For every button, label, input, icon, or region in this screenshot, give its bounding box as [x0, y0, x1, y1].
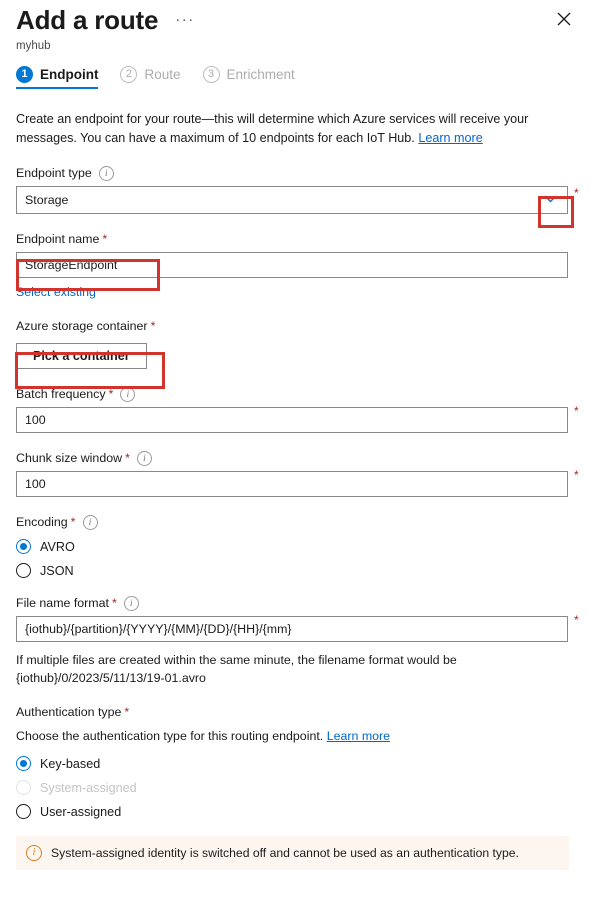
batch-frequency-outer-mark: *	[574, 404, 579, 418]
radio-button-icon[interactable]	[16, 563, 31, 578]
field-storage-container: Azure storage container * Pick a contain…	[16, 318, 573, 369]
radio-button-icon	[16, 780, 31, 795]
chevron-down-icon[interactable]	[544, 194, 557, 206]
step-label-enrichment: Enrichment	[227, 67, 295, 82]
field-endpoint-type: Endpoint type i Storage *	[16, 165, 573, 214]
file-name-format-label: File name format	[16, 595, 109, 611]
encoding-required-mark: *	[71, 514, 76, 530]
chunk-size-window-label-row: Chunk size window * i	[16, 450, 573, 466]
batch-frequency-label: Batch frequency	[16, 386, 106, 402]
radio-auth-system-assigned: System-assigned	[16, 780, 573, 795]
chunk-size-window-input-wrap: 100 *	[16, 471, 568, 497]
chunk-size-window-required-mark: *	[125, 450, 130, 466]
blade-subtitle: myhub	[16, 39, 573, 54]
endpoint-name-label: Endpoint name	[16, 231, 99, 247]
info-icon[interactable]: i	[99, 166, 114, 181]
file-name-format-input[interactable]: {iothub}/{partition}/{YYYY}/{MM}/{DD}/{H…	[16, 616, 568, 642]
pick-a-container-button[interactable]: Pick a container	[16, 343, 147, 369]
storage-container-required-mark: *	[151, 318, 156, 334]
radio-button-icon[interactable]	[16, 539, 31, 554]
file-name-format-required-mark: *	[112, 595, 117, 611]
field-endpoint-name: Endpoint name * StorageEndpoint Select e…	[16, 231, 573, 301]
info-icon[interactable]: i	[83, 515, 98, 530]
radio-button-icon[interactable]	[16, 756, 31, 771]
more-options-icon[interactable]: ···	[175, 15, 195, 25]
radio-encoding-json-label: JSON	[40, 564, 74, 578]
file-name-format-input-wrap: {iothub}/{partition}/{YYYY}/{MM}/{DD}/{H…	[16, 616, 568, 642]
radio-auth-user-assigned[interactable]: User-assigned	[16, 804, 573, 819]
authentication-type-label-row: Authentication type *	[16, 704, 573, 720]
info-icon[interactable]: i	[137, 451, 152, 466]
endpoint-name-label-row: Endpoint name *	[16, 231, 573, 247]
radio-encoding-json[interactable]: JSON	[16, 563, 573, 578]
info-icon[interactable]: i	[120, 387, 135, 402]
endpoint-type-label-row: Endpoint type i	[16, 165, 573, 181]
endpoint-name-input[interactable]: StorageEndpoint	[16, 252, 568, 278]
encoding-label: Encoding	[16, 514, 68, 530]
step-number-1: 1	[16, 66, 33, 83]
step-number-3: 3	[203, 66, 220, 83]
authentication-type-required-mark: *	[124, 704, 129, 720]
step-endpoint[interactable]: 1 Endpoint	[16, 66, 98, 89]
endpoint-type-select[interactable]: Storage	[16, 186, 568, 214]
info-icon[interactable]: i	[124, 596, 139, 611]
endpoint-name-required-mark: *	[102, 231, 107, 247]
batch-frequency-input-wrap: 100 *	[16, 407, 568, 433]
batch-frequency-required-mark: *	[109, 386, 114, 402]
batch-frequency-input[interactable]: 100	[16, 407, 568, 433]
radio-auth-system-assigned-label: System-assigned	[40, 781, 137, 795]
radio-auth-user-assigned-label: User-assigned	[40, 805, 121, 819]
info-banner: i System-assigned identity is switched o…	[16, 836, 569, 870]
field-encoding: Encoding * i AVRO JSON	[16, 514, 573, 578]
radio-button-icon[interactable]	[16, 804, 31, 819]
chunk-size-window-outer-mark: *	[574, 468, 579, 482]
radio-encoding-avro-label: AVRO	[40, 540, 75, 554]
authentication-type-label: Authentication type	[16, 704, 121, 720]
file-name-format-label-row: File name format * i	[16, 595, 573, 611]
radio-encoding-avro[interactable]: AVRO	[16, 539, 573, 554]
encoding-label-row: Encoding * i	[16, 514, 573, 530]
chunk-size-window-input[interactable]: 100	[16, 471, 568, 497]
step-enrichment[interactable]: 3 Enrichment	[203, 66, 295, 89]
page-title: Add a route	[16, 3, 158, 37]
field-authentication-type: Authentication type * Choose the authent…	[16, 704, 573, 819]
authentication-type-helper: Choose the authentication type for this …	[16, 727, 561, 745]
radio-auth-key-based-label: Key-based	[40, 757, 100, 771]
blade-header: Add a route ··· myhub	[0, 0, 589, 54]
step-label-route: Route	[144, 67, 180, 82]
intro-description: Create an endpoint for your route—this w…	[16, 110, 566, 148]
field-batch-frequency: Batch frequency * i 100 *	[16, 386, 573, 433]
storage-container-label: Azure storage container	[16, 318, 148, 334]
batch-frequency-label-row: Batch frequency * i	[16, 386, 573, 402]
form-body: Create an endpoint for your route—this w…	[0, 110, 589, 819]
info-banner-text: System-assigned identity is switched off…	[51, 846, 519, 860]
step-number-2: 2	[120, 66, 137, 83]
storage-container-label-row: Azure storage container *	[16, 318, 573, 334]
authentication-learn-more-link[interactable]: Learn more	[327, 729, 390, 743]
step-label-endpoint: Endpoint	[40, 67, 98, 82]
endpoint-type-label: Endpoint type	[16, 165, 92, 181]
authentication-type-helper-text: Choose the authentication type for this …	[16, 729, 323, 743]
endpoint-type-value: Storage	[25, 193, 68, 207]
file-name-format-outer-mark: *	[574, 613, 579, 627]
radio-auth-key-based[interactable]: Key-based	[16, 756, 573, 771]
endpoint-type-select-wrap: Storage *	[16, 186, 568, 214]
title-row: Add a route ···	[16, 0, 573, 37]
chunk-size-window-label: Chunk size window	[16, 450, 122, 466]
intro-learn-more-link[interactable]: Learn more	[418, 131, 482, 145]
wizard-steps: 1 Endpoint 2 Route 3 Enrichment	[0, 66, 589, 89]
field-chunk-size-window: Chunk size window * i 100 *	[16, 450, 573, 497]
endpoint-type-required-mark: *	[574, 186, 579, 200]
select-existing-link[interactable]: Select existing	[16, 285, 96, 299]
step-route[interactable]: 2 Route	[120, 66, 180, 89]
close-icon[interactable]	[553, 8, 575, 30]
field-file-name-format: File name format * i {iothub}/{partition…	[16, 595, 573, 687]
info-icon: i	[26, 845, 42, 861]
file-name-format-helper: If multiple files are created within the…	[16, 651, 561, 687]
